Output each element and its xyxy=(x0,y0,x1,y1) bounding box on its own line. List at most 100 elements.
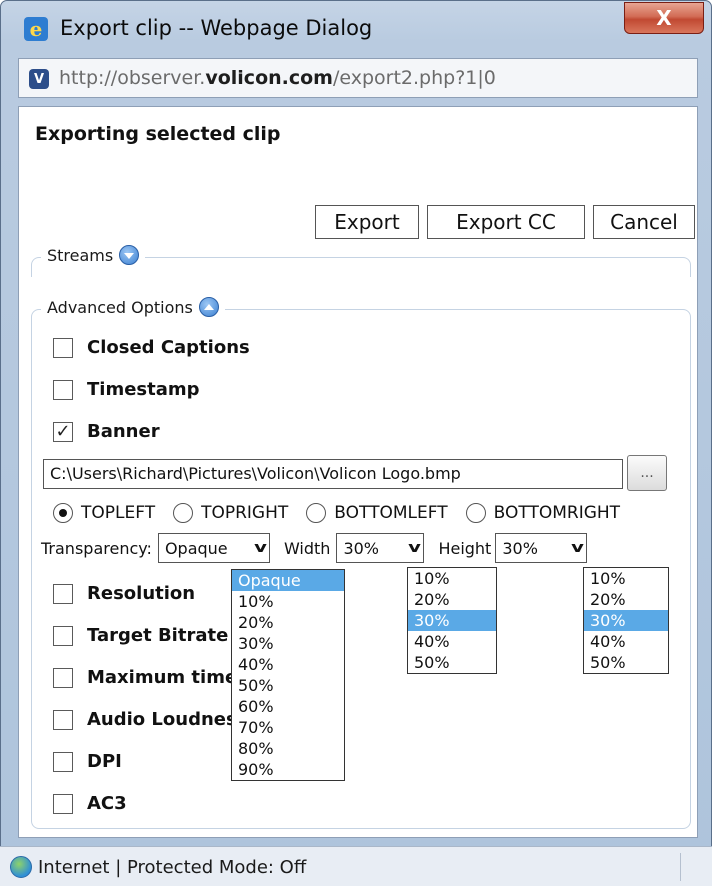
width-label: Width xyxy=(283,538,331,558)
dropdown-option[interactable]: 40% xyxy=(232,654,344,675)
ac3-checkbox[interactable] xyxy=(53,793,73,814)
dropdown-option[interactable]: 10% xyxy=(408,568,496,589)
dropdown-option[interactable]: 60% xyxy=(232,696,344,717)
dropdown-option[interactable]: 50% xyxy=(584,652,668,673)
position-label: BOTTOMLEFT xyxy=(334,503,448,523)
banner-checkbox[interactable]: ✓ xyxy=(53,421,73,442)
streams-legend[interactable]: Streams xyxy=(41,245,146,265)
browse-button[interactable]: ... xyxy=(627,455,667,491)
position-topright[interactable]: TOPRIGHT xyxy=(173,503,288,523)
maximum-time-checkbox[interactable] xyxy=(53,667,73,688)
expand-icon[interactable] xyxy=(119,245,140,265)
dropdown-option[interactable]: 30% xyxy=(584,610,668,631)
banner-option[interactable]: ✓ Banner xyxy=(53,421,160,442)
height-label: Height xyxy=(438,538,492,558)
dropdown-option[interactable]: 20% xyxy=(408,589,496,610)
ac3-label: AC3 xyxy=(87,793,127,814)
target-bitrate-checkbox[interactable] xyxy=(53,625,73,646)
position-topleft[interactable]: TOPLEFT xyxy=(53,503,155,523)
dpi-label: DPI xyxy=(87,751,122,772)
dropdown-option[interactable]: 30% xyxy=(232,633,344,654)
dropdown-option[interactable]: 80% xyxy=(232,738,344,759)
url-suffix: /export2.php?1|0 xyxy=(332,67,496,89)
width-select[interactable]: 30% v xyxy=(336,533,425,563)
transparency-dropdown: Opaque 10% 20% 30% 40% 50% 60% 70% 80% 9… xyxy=(231,569,345,781)
closed-captions-option[interactable]: Closed Captions xyxy=(53,337,250,358)
width-dropdown: 10% 20% 30% 40% 50% xyxy=(407,567,497,674)
title-bar: e Export clip -- Webpage Dialog X xyxy=(0,0,712,52)
height-select[interactable]: 30% v xyxy=(495,533,588,563)
page-heading: Exporting selected clip xyxy=(35,123,281,145)
site-favicon-icon: V xyxy=(29,69,49,89)
cancel-button[interactable]: Cancel xyxy=(593,205,695,239)
export-button[interactable]: Export xyxy=(315,205,419,239)
closed-captions-checkbox[interactable] xyxy=(53,337,73,358)
resolution-checkbox[interactable] xyxy=(53,583,73,604)
streams-label: Streams xyxy=(47,245,114,265)
dropdown-option[interactable]: 50% xyxy=(232,675,344,696)
dpi-checkbox[interactable] xyxy=(53,751,73,772)
advanced-options-label: Advanced Options xyxy=(47,297,193,317)
target-bitrate-label: Target Bitrate xyxy=(87,625,229,646)
dropdown-option[interactable]: 40% xyxy=(408,631,496,652)
resolution-label: Resolution xyxy=(87,583,196,604)
address-url: http://observer.volicon.com/export2.php?… xyxy=(59,67,496,89)
dropdown-option[interactable]: 20% xyxy=(232,612,344,633)
url-domain: volicon.com xyxy=(205,67,333,89)
timestamp-label: Timestamp xyxy=(87,379,200,400)
dropdown-option[interactable]: 10% xyxy=(232,591,344,612)
position-label: BOTTOMRIGHT xyxy=(493,503,621,523)
banner-size-row: Transparency: Opaque v Width 30% v Heigh… xyxy=(41,533,588,563)
dropdown-option[interactable]: 70% xyxy=(232,717,344,738)
dropdown-option[interactable]: 20% xyxy=(584,589,668,610)
chevron-down-icon: v xyxy=(253,540,267,556)
audio-loudness-checkbox[interactable] xyxy=(53,709,73,730)
position-label: TOPLEFT xyxy=(81,503,156,523)
dropdown-option[interactable]: 10% xyxy=(584,568,668,589)
timestamp-checkbox[interactable] xyxy=(53,379,73,400)
audio-loudness-option[interactable]: Audio Loudness xyxy=(53,709,247,730)
chevron-down-icon: v xyxy=(571,540,585,556)
globe-icon xyxy=(10,856,32,878)
banner-position-group: TOPLEFT TOPRIGHT BOTTOMLEFT BOTTOMRIGHT xyxy=(53,503,638,523)
radio-topleft[interactable] xyxy=(53,503,73,523)
dropdown-option[interactable]: 40% xyxy=(584,631,668,652)
radio-topright[interactable] xyxy=(173,503,194,523)
position-bottomleft[interactable]: BOTTOMLEFT xyxy=(306,503,448,523)
chevron-down-icon: v xyxy=(408,540,422,556)
position-bottomright[interactable]: BOTTOMRIGHT xyxy=(465,503,621,523)
close-button[interactable]: X xyxy=(624,2,704,34)
transparency-select[interactable]: Opaque v xyxy=(157,533,270,563)
closed-captions-label: Closed Captions xyxy=(87,337,250,358)
ac3-option[interactable]: AC3 xyxy=(53,793,127,814)
status-bar: Internet | Protected Mode: Off xyxy=(0,846,712,886)
dropdown-option[interactable]: 90% xyxy=(232,759,344,780)
url-prefix: http://observer. xyxy=(59,67,206,89)
export-cc-button[interactable]: Export CC xyxy=(427,205,585,239)
transparency-label: Transparency: xyxy=(41,538,152,558)
dropdown-option[interactable]: 30% xyxy=(408,610,496,631)
dropdown-option[interactable]: Opaque xyxy=(232,570,344,591)
timestamp-option[interactable]: Timestamp xyxy=(53,379,200,400)
resolution-option[interactable]: Resolution xyxy=(53,583,195,604)
window-title: Export clip -- Webpage Dialog xyxy=(60,16,373,40)
maximum-time-option[interactable]: Maximum time xyxy=(53,667,237,688)
height-value: 30% xyxy=(502,538,538,558)
radio-bottomright[interactable] xyxy=(465,503,486,523)
position-label: TOPRIGHT xyxy=(201,503,289,523)
maximum-time-label: Maximum time xyxy=(87,667,238,688)
audio-loudness-label: Audio Loudness xyxy=(87,709,248,730)
banner-path-input[interactable]: C:\Users\Richard\Pictures\Volicon\Volico… xyxy=(43,459,623,489)
advanced-options-legend[interactable]: Advanced Options xyxy=(41,297,225,317)
close-icon: X xyxy=(656,6,672,30)
dialog-content: Exporting selected clip Export Export CC… xyxy=(18,106,698,838)
radio-bottomleft[interactable] xyxy=(306,503,327,523)
collapse-icon[interactable] xyxy=(198,297,219,317)
dropdown-option[interactable]: 50% xyxy=(408,652,496,673)
target-bitrate-option[interactable]: Target Bitrate xyxy=(53,625,228,646)
status-divider xyxy=(680,853,681,881)
dpi-option[interactable]: DPI xyxy=(53,751,122,772)
address-bar: V http://observer.volicon.com/export2.ph… xyxy=(18,58,698,98)
security-zone-status: Internet | Protected Mode: Off xyxy=(38,857,307,878)
width-value: 30% xyxy=(343,538,379,558)
